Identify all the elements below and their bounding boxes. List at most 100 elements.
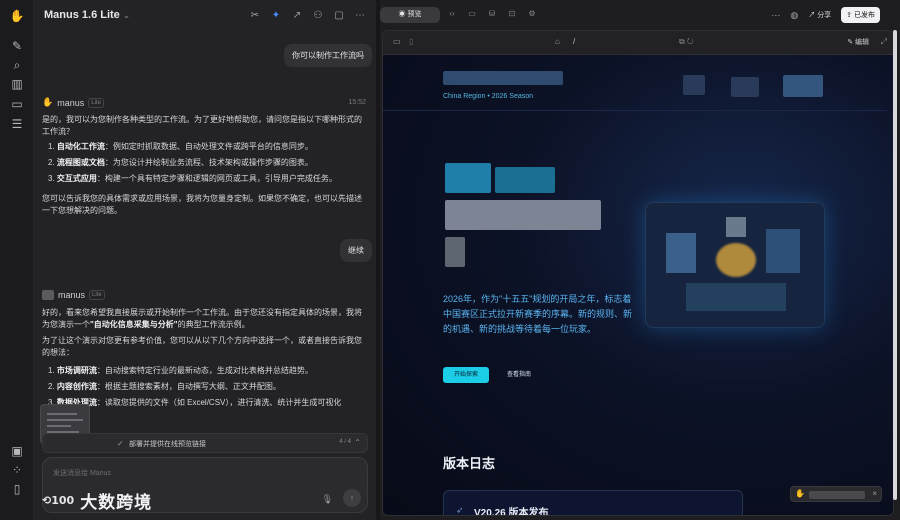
reply-text: 的典型工作流示例。: [177, 320, 250, 329]
new-task-icon[interactable]: ✎: [9, 38, 25, 54]
start-explore-button[interactable]: 开始探索: [443, 367, 489, 383]
share-label: 分享: [817, 12, 832, 19]
library-icon[interactable]: ▥: [9, 76, 25, 92]
list-item: 3. 交互式应用：构建一个具有特定步骤和逻辑的网页或工具，引导用户完成任务。: [48, 171, 366, 187]
edit-button[interactable]: ✎ 编辑: [847, 37, 869, 47]
user-message: 你可以制作工作流吗: [284, 44, 372, 67]
nav-item[interactable]: [731, 77, 759, 97]
address-bar: ▭ ▯ ⌂ / ⧉ ↻ ✎ 编辑 ⤢: [383, 31, 893, 55]
manus-logo-icon[interactable]: ✋: [9, 8, 25, 24]
model-name: Manus 1.6 Lite: [44, 9, 120, 21]
send-button[interactable]: ↑: [343, 489, 361, 507]
list-title: 流程图或文档: [56, 158, 105, 167]
more-icon[interactable]: ⋯: [771, 10, 780, 21]
site-header: China Region • 2026 Season: [383, 55, 887, 111]
device-icon[interactable]: ▯: [9, 481, 25, 497]
list-text: ：构建一个具有特定步骤和逻辑的网页或工具，引导用户完成任务。: [96, 174, 337, 183]
release-title: V20.26 版本发布: [474, 508, 549, 516]
external-refresh-icons[interactable]: ⧉ ↻: [679, 37, 694, 47]
preview-topbar: ◉ 预览 ‹› ▭ ⛁ ⊡ ⚙ ⋯ ◍ ↗ 分享 ⇪ 已发布: [380, 0, 900, 30]
github-icon[interactable]: ◍: [790, 10, 798, 21]
edit-label: 编辑: [855, 39, 869, 46]
search-icon[interactable]: ⌕: [9, 57, 25, 73]
tab-preview-label: 预览: [407, 11, 422, 18]
apps-icon[interactable]: ▣: [9, 443, 25, 459]
home-icon[interactable]: ⌂: [555, 37, 560, 46]
url-path[interactable]: /: [573, 37, 575, 46]
app-window: ✋ ✎ ⌕ ▥ ▭ ☰ ▣ ⁘ ▯ Manus 1.6 Lite ⌄ ✂ ✦ ↗ …: [0, 0, 900, 520]
chat-panel: Manus 1.6 Lite ⌄ ✂ ✦ ↗ ⚇ ▢ ⋯ 你可以制作工作流吗 ✋ …: [34, 0, 376, 520]
preview-browser: ▭ ▯ ⌂ / ⧉ ↻ ✎ 编辑 ⤢ China Region • 2026 S…: [382, 30, 894, 516]
left-rail: ✋ ✎ ⌕ ▥ ▭ ☰ ▣ ⁘ ▯: [0, 0, 34, 520]
message-input[interactable]: [53, 466, 333, 480]
close-icon[interactable]: ×: [872, 489, 877, 498]
spark-icon[interactable]: ✦: [270, 10, 282, 22]
floating-toast[interactable]: ✋ ×: [790, 486, 882, 502]
rocket-icon: ➶: [456, 505, 464, 515]
site-logo-blurred[interactable]: [443, 71, 563, 85]
preview-scrollbar[interactable]: [893, 30, 897, 500]
share-arrow-icon[interactable]: ↗: [291, 10, 303, 22]
tools-icon[interactable]: ✂: [249, 10, 261, 22]
chat-header: Manus 1.6 Lite ⌄ ✂ ✦ ↗ ⚇ ▢ ⋯: [34, 0, 376, 32]
list-title: 自动化工作流: [56, 142, 105, 151]
preview-panel: ◉ 预览 ‹› ▭ ⛁ ⊡ ⚙ ⋯ ◍ ↗ 分享 ⇪ 已发布 ▭ ▯ ⌂ / ⧉…: [380, 0, 900, 520]
list-title: 交互式应用: [56, 174, 97, 183]
agent-reply-2-p1: 好的，看来您希望我直接展示或开始制作一个工作流。由于您还没有指定具体的场景，我将…: [42, 307, 368, 331]
document-icon[interactable]: ▢: [333, 10, 345, 22]
grid-icon[interactable]: ⁘: [9, 462, 25, 478]
tasks-icon[interactable]: ☰: [9, 116, 25, 132]
user-message: 继续: [340, 239, 372, 262]
manus-hand-icon: ✋: [42, 97, 54, 107]
mobile-icon[interactable]: ▯: [409, 37, 413, 46]
watermark: ⟲100 大数跨境: [42, 488, 152, 513]
hero-image-card: [645, 202, 825, 328]
task-progress-bar[interactable]: ✓ 部署并提供在线预览链接 4 / 4 ⌃: [42, 433, 368, 453]
list-item: 2. 内容创作流：根据主题搜索素材，自动撰写大纲、正文并配图。: [48, 379, 366, 395]
folder-icon[interactable]: ▭: [9, 96, 25, 112]
tab-preview[interactable]: ◉ 预览: [380, 7, 440, 23]
publish-button[interactable]: ⇪ 已发布: [841, 7, 880, 23]
release-card[interactable]: ➶ V20.26 版本发布: [443, 490, 743, 516]
nav-item[interactable]: [783, 75, 823, 97]
agent-reply-intro: 是的，我可以为您制作各种类型的工作流。为了更好地帮助您，请问您是指以下哪种形式的…: [42, 115, 362, 136]
list-num: 1.: [48, 366, 55, 375]
fullscreen-icon[interactable]: ⤢: [881, 37, 887, 47]
user-icon[interactable]: ⚇: [312, 10, 324, 22]
task-step-count: 4 / 4: [339, 439, 351, 445]
database-icon[interactable]: ⛁: [486, 9, 498, 18]
hero-paragraph: 2026年，作为"十五五"规划的开局之年，标志着中国赛区正式拉开新赛季的序幕。新…: [443, 294, 633, 334]
agent-tag: Lite: [89, 290, 105, 300]
view-mode-icons: ‹› ▭ ⛁ ⊡ ⚙: [446, 9, 538, 18]
terminal-icon[interactable]: ▭: [466, 9, 478, 18]
list-item: 1. 市场调研流：自动搜索特定行业的最新动态，生成对比表格并总结趋势。: [48, 363, 366, 379]
agent-name: manus: [57, 97, 85, 108]
agent-header: ✋ manus Lite: [42, 97, 104, 108]
view-guide-button[interactable]: 查看指南: [507, 367, 531, 383]
list-item: 1. 自动化工作流：例如定时抓取数据、自动处理文件或跨平台的信息同步。: [48, 139, 366, 155]
list-item: 2. 流程图或文档：为您设计并绘制业务流程、技术架构或操作步骤的图表。: [48, 155, 366, 171]
nav-item[interactable]: [683, 75, 705, 95]
list-num: 1.: [48, 142, 55, 151]
agent-reply-outro: 您可以告诉我您的具体需求或应用场景，我将为您量身定制。如果您不确定，也可以先描述…: [42, 194, 362, 215]
agent-avatar: [42, 290, 54, 300]
list-num: 3.: [48, 174, 55, 183]
microphone-icon[interactable]: 🎙: [322, 494, 333, 505]
list-num: 2.: [48, 382, 55, 391]
more-icon[interactable]: ⋯: [354, 10, 366, 22]
chevron-up-icon[interactable]: ⌃: [354, 438, 361, 447]
list-num: 2.: [48, 158, 55, 167]
site-subbrand: China Region • 2026 Season: [443, 93, 534, 100]
changelog-title: 版本日志: [443, 456, 496, 471]
desktop-icon[interactable]: ▭: [393, 37, 401, 46]
agent-reply-list: 1. 自动化工作流：例如定时抓取数据、自动处理文件或跨平台的信息同步。 2. 流…: [48, 139, 366, 187]
model-selector[interactable]: Manus 1.6 Lite ⌄: [44, 9, 130, 21]
task-step-text: 部署并提供在线预览链接: [129, 441, 206, 448]
agent-reply-2-p2: 为了让这个演示对您更有参考价值，您可以从以下几个方向中选择一个，或者直接告诉我您…: [42, 336, 362, 357]
share-button[interactable]: ↗ 分享: [808, 10, 831, 20]
lock-icon[interactable]: ⊡: [506, 9, 518, 18]
code-icon[interactable]: ‹›: [446, 9, 458, 18]
settings-icon[interactable]: ⚙: [526, 9, 538, 18]
list-text: ：自动搜索特定行业的最新动态，生成对比表格并总结趋势。: [96, 366, 313, 375]
site-content: China Region • 2026 Season 2026年，作为"十五五"…: [383, 55, 893, 516]
